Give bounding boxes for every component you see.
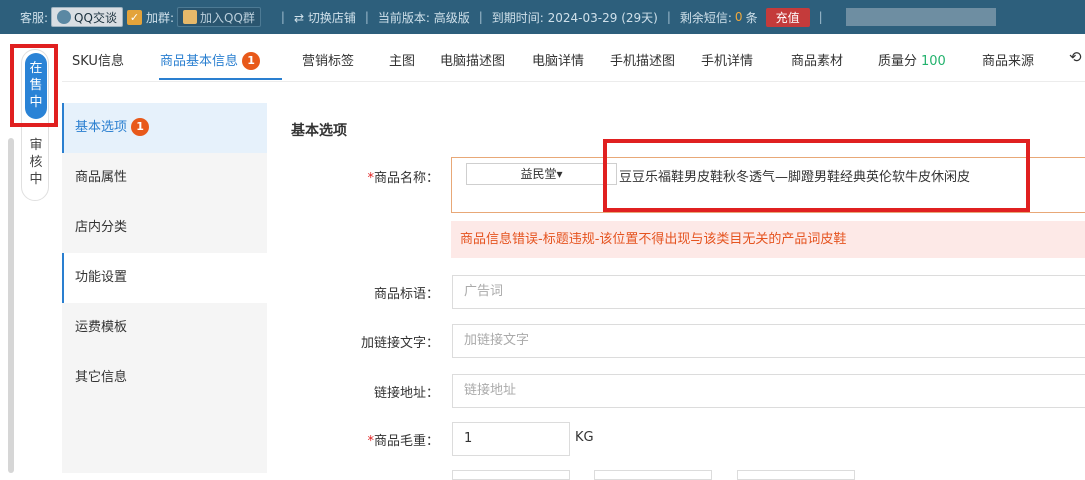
weight-unit: KG [575,430,594,445]
section-title: 基本选项 [291,123,347,139]
tab-label: SKU信息 [72,54,124,69]
link-url-label: 链接地址： [373,386,439,401]
nav-other-info[interactable]: 其它信息 [62,353,267,403]
tab-product-material[interactable]: 商品素材 [791,50,843,69]
tab-label: 电脑描述图 [440,54,506,69]
qq-chat-button[interactable]: QQ交谈 [51,7,123,27]
nav-basic-options[interactable]: 基本选项 1 [62,103,267,153]
tab-label: 营销标签 [302,54,355,69]
join-group-label: 加群: [145,10,174,25]
top-bar: 客服: QQ交谈 ✓ 加群: 加入QQ群 | ⇄ 切换店铺 | 当前版本: 高级… [0,0,1085,34]
link-text-label: 加链接文字： [360,336,439,351]
divider: | [666,10,671,24]
nav-label: 商品属性 [75,170,128,185]
tab-label: 商品基本信息 [160,54,239,69]
join-qq-group-button[interactable]: 加入QQ群 [177,7,261,27]
tab-quality-score[interactable]: 质量分 100 [878,50,946,69]
dimension-input[interactable] [737,470,855,480]
tab-label: 质量分 [878,54,918,69]
group-icon [183,10,197,24]
tab-label: 手机描述图 [610,54,676,69]
dimension-input[interactable] [452,470,570,480]
product-name-label-text: 商品名称： [373,171,439,186]
nav-label: 功能设置 [75,270,128,285]
sms-label: 剩余短信: [679,10,732,25]
nav-label: 运费模板 [75,320,128,335]
sms-unit: 条 [745,10,758,25]
switch-shop-link[interactable]: ⇄ 切换店铺 [294,9,356,26]
support-label: 客服: [20,10,49,25]
nav-shop-category[interactable]: 店内分类 [62,203,267,253]
dimension-input[interactable] [594,470,712,480]
account-name-blurred [845,8,996,26]
slogan-label: 商品标语： [373,287,439,302]
divider: | [280,10,285,24]
active-tab-indicator [159,78,282,80]
divider: | [818,10,823,24]
tab-bar: SKU信息 商品基本信息 1 营销标签 主图 电脑描述图 电脑详情 手机描述图 手… [62,38,1085,82]
nav-label: 其它信息 [75,370,128,385]
person-icon [57,10,72,24]
nav-product-attributes[interactable]: 商品属性 [62,153,267,203]
recharge-button[interactable]: 充值 [765,7,810,27]
weight-label-text: 商品毛重： [373,434,439,449]
link-url-input[interactable]: 链接地址 [452,374,1085,408]
tab-label: 商品来源 [982,54,1035,69]
tab-mobile-detail[interactable]: 手机详情 [701,50,753,69]
tab-main-image[interactable]: 主图 [389,50,415,69]
link-text-input[interactable]: 加链接文字 [452,324,1085,358]
divider: | [364,10,369,24]
weight-input[interactable]: 1 [452,422,570,456]
scrollbar[interactable] [8,138,14,473]
title-error-message: 商品信息错误-标题违规-该位置不得出现与该类目无关的产品词皮鞋 [451,221,1085,258]
nav-shipping-template[interactable]: 运费模板 [62,303,267,353]
nav-function-settings[interactable]: 功能设置 [62,253,267,303]
product-name-label: *商品名称： [289,167,439,186]
tab-marketing-tags[interactable]: 营销标签 [302,50,354,69]
tab-mobile-desc-image[interactable]: 手机描述图 [610,50,675,69]
sms-count: 0 [734,10,743,24]
tab-label: 主图 [389,54,416,69]
nav-badge: 1 [131,118,150,136]
tab-basic-info[interactable]: 商品基本信息 1 [160,50,261,70]
version-text: 当前版本: 高级版 [377,10,470,25]
tab-pc-desc-image[interactable]: 电脑描述图 [440,50,505,69]
qq-chat-label: QQ交谈 [74,10,117,25]
status-reviewing-tab[interactable]: 审核中 [25,132,47,198]
nav-label: 店内分类 [75,220,128,235]
nav-label: 基本选项 [75,120,128,135]
highlight-box-title [603,139,1030,212]
highlight-box-status [10,44,58,127]
quality-score-value: 100 [921,54,946,69]
shop-select-dropdown[interactable]: 益民堂▾ [466,163,617,185]
tab-sku-info[interactable]: SKU信息 [72,50,124,69]
join-qq-group-label: 加入QQ群 [200,10,255,25]
tab-badge: 1 [242,52,261,70]
tab-label: 电脑详情 [532,54,585,69]
refresh-icon[interactable]: ⟲ [1069,48,1082,66]
divider: | [478,10,483,24]
tab-label: 手机详情 [701,54,754,69]
tab-label: 商品素材 [791,54,844,69]
check-icon: ✓ [126,9,142,25]
expiry-text: 到期时间: 2024-03-29 (29天) [491,10,658,25]
weight-label: *商品毛重： [289,430,439,449]
tab-product-source[interactable]: 商品来源 [982,50,1034,69]
slogan-input[interactable]: 广告词 [452,275,1085,309]
status-reviewing-label: 审核中 [29,138,43,187]
tab-pc-detail[interactable]: 电脑详情 [532,50,584,69]
section-nav: 基本选项 1 商品属性 店内分类 功能设置 运费模板 其它信息 [62,103,267,473]
